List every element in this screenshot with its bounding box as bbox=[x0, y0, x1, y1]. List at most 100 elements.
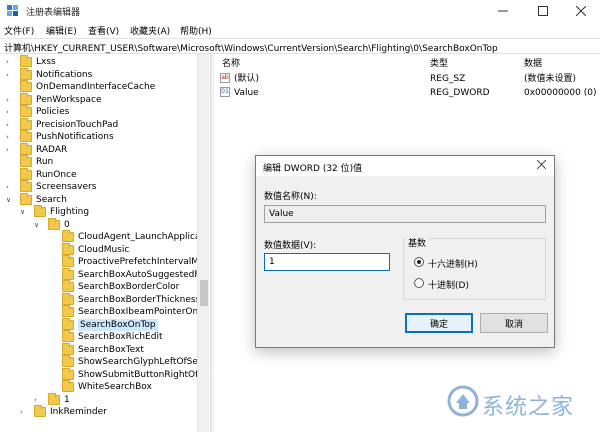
menu-view[interactable]: 查看(V) bbox=[88, 24, 119, 37]
chevron-right-icon[interactable]: › bbox=[6, 94, 14, 106]
folder-icon bbox=[62, 292, 74, 305]
tree-item[interactable]: SearchBoxRichEdit bbox=[0, 330, 196, 343]
folder-icon bbox=[34, 405, 46, 417]
tree-item-label: Lxss bbox=[36, 57, 56, 67]
tree-item-label: SearchBoxBorderThickness bbox=[78, 294, 201, 305]
tree-item-label: Search bbox=[36, 194, 67, 205]
tree-item[interactable]: SearchBoxOnTop bbox=[0, 317, 196, 331]
chevron-down-icon[interactable]: ∨ bbox=[20, 206, 28, 218]
chevron-down-icon[interactable]: ∨ bbox=[34, 219, 42, 231]
hex-radio-label[interactable]: 十六进制(H) bbox=[428, 257, 478, 270]
address-path[interactable]: 计算机\HKEY_CURRENT_USER\Software\Microsoft… bbox=[4, 41, 498, 54]
folder-icon bbox=[20, 167, 32, 180]
menu-edit[interactable]: 编辑(E) bbox=[46, 24, 77, 37]
tree-item[interactable]: SearchBoxText bbox=[0, 342, 196, 356]
watermark-text: 系统之家 bbox=[482, 395, 575, 420]
tree-item[interactable]: ShowSearchGlyphLeftOfSear bbox=[0, 355, 207, 368]
chevron-right-icon[interactable]: › bbox=[6, 131, 14, 143]
folder-icon bbox=[48, 392, 60, 405]
folder-icon bbox=[20, 142, 32, 155]
chevron-right-icon[interactable]: › bbox=[6, 144, 14, 156]
tree-item[interactable]: OnDemandInterfaceCache bbox=[0, 80, 196, 93]
dec-radio[interactable] bbox=[414, 278, 424, 288]
column-header-name[interactable]: 名称 bbox=[222, 56, 240, 69]
tree-item-label: RADAR bbox=[36, 144, 68, 155]
folder-icon bbox=[20, 80, 32, 92]
tree-item[interactable]: ∨ Search bbox=[0, 192, 196, 206]
dec-radio-label[interactable]: 十进制(D) bbox=[428, 278, 469, 291]
value-data-label: 数值数据(V): bbox=[264, 241, 317, 251]
tree-item[interactable]: SearchBoxBorderColor bbox=[0, 280, 196, 293]
menu-favorites[interactable]: 收藏夹(A) bbox=[130, 24, 170, 37]
chevron-down-icon[interactable]: ∨ bbox=[6, 194, 14, 206]
tree-item-label: PushNotifications bbox=[36, 132, 114, 142]
cancel-button-label: 取消 bbox=[504, 319, 523, 330]
dialog-title: 编辑 DWORD (32 位)值 bbox=[263, 164, 363, 174]
folder-icon bbox=[62, 255, 74, 267]
tree-scrollbar-thumb[interactable] bbox=[200, 280, 208, 306]
column-header-type[interactable]: 类型 bbox=[430, 56, 448, 69]
dialog-title-bar[interactable]: 编辑 DWORD (32 位)值 bbox=[256, 156, 554, 176]
tree-item[interactable]: › PenWorkspace bbox=[0, 92, 196, 106]
tree-scrollbar[interactable] bbox=[197, 54, 209, 432]
chevron-right-icon[interactable]: › bbox=[6, 119, 14, 131]
maximize-button[interactable] bbox=[524, 0, 562, 22]
cancel-button[interactable]: 取消 bbox=[480, 313, 548, 333]
tree-item[interactable]: ∨ Flighting bbox=[0, 205, 196, 218]
chevron-right-icon[interactable]: › bbox=[6, 106, 14, 118]
tree-item[interactable]: › InkReminder bbox=[0, 405, 196, 418]
tree-item[interactable]: SearchBoxBorderThickness bbox=[0, 292, 200, 306]
tree-item[interactable]: ShowSubmitButtonRightOfSe bbox=[0, 367, 210, 381]
chevron-right-icon[interactable]: › bbox=[34, 394, 42, 406]
menu-file[interactable]: 文件(F) bbox=[4, 24, 34, 37]
ok-button[interactable]: 确定 bbox=[405, 313, 473, 333]
tree-item[interactable]: SearchBoxIbeamPointerOnH bbox=[0, 305, 205, 318]
regedit-app-icon bbox=[7, 5, 18, 16]
folder-icon bbox=[34, 205, 46, 217]
hex-radio[interactable] bbox=[414, 257, 424, 267]
folder-icon bbox=[48, 217, 60, 230]
folder-icon bbox=[62, 242, 74, 255]
watermark: 系统之家 bbox=[447, 381, 597, 423]
tree-item[interactable]: › PrecisionTouchPad bbox=[0, 117, 196, 131]
tree-item[interactable]: CloudMusic bbox=[0, 242, 196, 256]
value-data-input[interactable]: 1 bbox=[264, 253, 390, 271]
tree-item[interactable]: › 1 bbox=[0, 392, 196, 406]
chevron-right-icon[interactable]: › bbox=[6, 181, 14, 193]
tree-item[interactable]: › PushNotifications bbox=[0, 130, 196, 143]
chevron-right-icon[interactable]: › bbox=[6, 69, 14, 81]
tree-item[interactable]: ∨ 0 bbox=[0, 217, 196, 231]
tree-item[interactable]: SearchBoxAutoSuggestedFo bbox=[0, 267, 205, 281]
window-title: 注册表编辑器 bbox=[26, 8, 81, 18]
tree-item-label: Screensavers bbox=[36, 182, 97, 192]
close-button[interactable] bbox=[562, 0, 600, 22]
tree-item[interactable]: RunOnce bbox=[0, 167, 196, 181]
minimize-button[interactable] bbox=[484, 0, 522, 22]
tree-item[interactable]: › Lxss bbox=[0, 55, 196, 68]
folder-icon bbox=[62, 305, 74, 317]
tree-item[interactable]: WhiteSearchBox bbox=[0, 380, 196, 393]
value-row-default[interactable]: ab (默认) REG_SZ (数值未设置) bbox=[220, 72, 600, 86]
tree-item[interactable]: › Notifications bbox=[0, 67, 196, 81]
folder-icon bbox=[62, 367, 74, 380]
value-name-label: 数值名称(N): bbox=[264, 192, 317, 202]
folder-icon bbox=[62, 342, 74, 355]
chevron-right-icon[interactable]: › bbox=[20, 406, 28, 418]
address-bar[interactable]: 计算机\HKEY_CURRENT_USER\Software\Microsoft… bbox=[0, 38, 600, 54]
tree-item[interactable]: › Screensavers bbox=[0, 180, 196, 193]
tree-item[interactable]: CloudAgent_LaunchApplicati bbox=[0, 230, 207, 243]
tree-item-label: ShowSearchGlyphLeftOfSear bbox=[78, 357, 208, 367]
chevron-right-icon[interactable]: › bbox=[6, 56, 14, 68]
value-row-value[interactable]: 01 Value REG_DWORD 0x00000000 (0) bbox=[220, 86, 600, 100]
tree-item-label: PenWorkspace bbox=[36, 94, 102, 105]
column-header-data[interactable]: 数据 bbox=[524, 56, 542, 69]
folder-icon bbox=[62, 380, 74, 392]
tree-item-label: ProactivePrefetchIntervalMin bbox=[78, 257, 208, 267]
tree-item[interactable]: › RADAR bbox=[0, 142, 196, 156]
registry-tree[interactable]: › Lxss › Notifications OnDemandInterfaceCach… bbox=[0, 54, 210, 432]
tree-item[interactable]: Run bbox=[0, 155, 196, 168]
tree-item[interactable]: ProactivePrefetchIntervalMin bbox=[0, 255, 207, 268]
dialog-close-button[interactable] bbox=[536, 159, 547, 172]
menu-help[interactable]: 帮助(H) bbox=[180, 24, 212, 37]
tree-item[interactable]: › Policies bbox=[0, 105, 196, 118]
